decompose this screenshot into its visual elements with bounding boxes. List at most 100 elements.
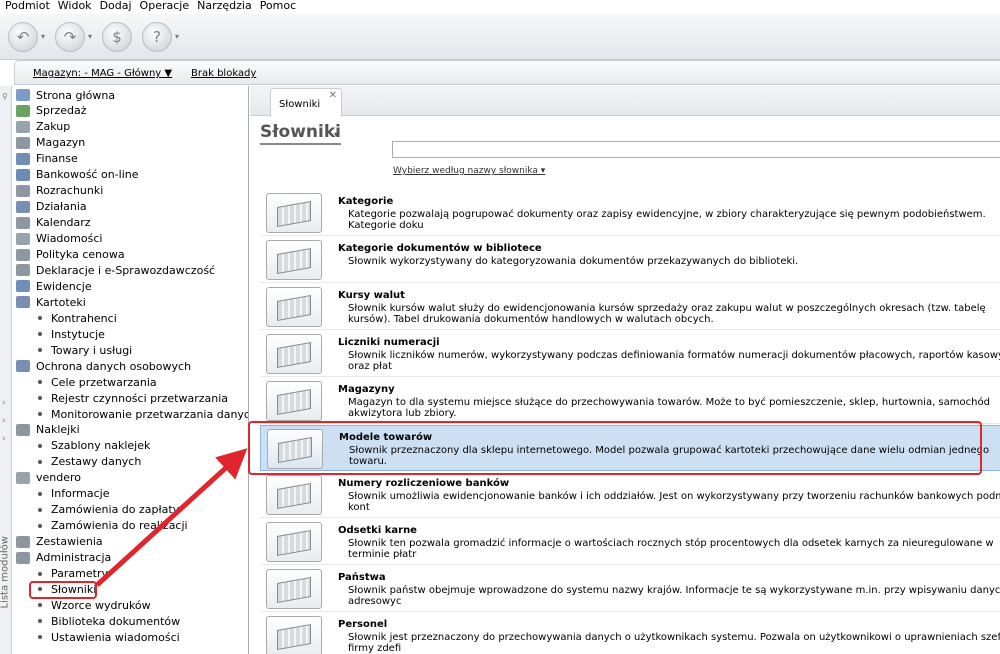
tree-subitem[interactable]: Zamówienia do realizacji <box>34 518 188 534</box>
pin-icon[interactable]: ⚲ <box>2 92 10 101</box>
tree-item[interactable]: Działania <box>12 199 87 215</box>
bullet-icon <box>38 380 42 385</box>
menu-widok[interactable]: Widok <box>55 0 97 14</box>
tree-subitem[interactable]: Szablony naklejek <box>34 438 150 454</box>
back-button[interactable]: ↶ ▾ <box>8 21 45 52</box>
blokada-link[interactable]: Brak blokady <box>191 68 256 79</box>
dictionary-icon <box>266 616 322 654</box>
dictionary-description: Magazyn to dla systemu miejsce służące d… <box>348 397 990 419</box>
dictionary-icon <box>266 240 322 280</box>
help-button[interactable]: ? ▾ <box>142 21 179 52</box>
close-icon[interactable]: ✕ <box>329 90 337 101</box>
tree-item-label: Parametry <box>51 567 108 580</box>
dictionary-title: Kategorie <box>338 196 394 207</box>
tree-item-label: Informacje <box>51 487 110 501</box>
tree-item[interactable]: Zestawienia <box>12 534 103 550</box>
dictionary-row[interactable]: Odsetki karne Słownik ten pozwala gromadz… <box>260 519 1000 565</box>
book-icon <box>277 295 311 321</box>
tree-item[interactable]: Deklaracje i e-Sprawozdawczość <box>12 262 215 278</box>
module-icon <box>16 168 30 181</box>
tree-item[interactable]: Administracja <box>12 550 111 566</box>
tree-item[interactable]: Sprzedaż <box>12 103 87 119</box>
tree-item[interactable]: Zakup <box>12 119 70 135</box>
menu-dodaj[interactable]: Dodaj <box>97 0 137 14</box>
dictionary-row[interactable]: Liczniki numeracji Słownik liczników nume… <box>260 331 1000 377</box>
module-icon <box>16 200 30 213</box>
tree-item[interactable]: vendero <box>12 470 81 486</box>
dictionary-row[interactable]: Numery rozliczeniowe banków Słownik umożl… <box>260 472 1000 518</box>
chevron-down-icon[interactable]: ▾ <box>334 130 338 139</box>
magazyn-selector[interactable]: Magazyn: - MAG - Główny ▼ <box>33 68 172 79</box>
tree-item-label: vendero <box>36 471 82 485</box>
forward-button[interactable]: ↷ ▾ <box>55 21 92 52</box>
tab-slowniki[interactable]: Słowniki ✕ <box>270 88 342 117</box>
dictionary-row[interactable]: Kategorie dokumentów w bibliotece Słownik… <box>260 237 1000 283</box>
tree-item-label: Zestawy danych <box>51 455 142 469</box>
dictionary-row[interactable]: Kategorie Kategorie pozwalają pogrupować … <box>260 190 1000 236</box>
tree-item[interactable]: Finanse <box>12 151 78 167</box>
tree-item-label: Naklejki <box>36 423 80 437</box>
tree-subitem[interactable]: Monitorowanie przetwarzania danych <box>34 406 248 422</box>
book-icon <box>277 577 311 603</box>
tree-item[interactable]: Magazyn <box>12 135 85 151</box>
tree-subitem[interactable]: Parametry <box>34 566 108 582</box>
module-icon <box>16 232 30 245</box>
menu-pomoc[interactable]: Pomoc <box>257 0 301 14</box>
tree-item-label: Administracja <box>36 551 112 565</box>
tree-item-label: Ustawienia wiadomości <box>51 630 180 644</box>
dictionary-title: Kursy walut <box>338 290 405 301</box>
highlight-box <box>29 581 97 599</box>
module-icon <box>16 264 30 277</box>
module-icon <box>16 423 30 436</box>
tree-subitem[interactable]: Zamówienia do zapłaty <box>34 502 179 518</box>
book-icon <box>277 389 311 415</box>
tree-subitem[interactable]: Ustawienia wiadomości <box>34 629 180 645</box>
dictionary-icon <box>266 287 322 327</box>
tree-subitem[interactable]: Wzorce wydruków <box>34 597 151 613</box>
tree-item-label: Kalendarz <box>36 216 91 230</box>
tree-subitem[interactable]: Rejestr czynności przetwarzania <box>34 390 228 406</box>
tree-subitem[interactable]: Biblioteka dokumentów <box>34 613 180 629</box>
filter-selector[interactable]: Wybierz według nazwy słownika ▾ <box>393 166 545 176</box>
dictionary-row[interactable]: Magazyny Magazyn to dla systemu miejsce s… <box>260 378 1000 424</box>
tree-subitem[interactable]: Kontrahenci <box>34 310 117 326</box>
dictionary-row[interactable]: Kursy walut Słownik kursów walut służy do… <box>260 284 1000 330</box>
bullet-icon <box>38 619 42 624</box>
dictionary-icon <box>266 569 322 609</box>
module-tree: Strona główna Sprzedaż Zakup Magazyn Finanse… <box>12 86 249 654</box>
tree-subitem[interactable]: Instytucje <box>34 326 105 342</box>
dictionary-title: Odsetki karne <box>338 525 417 536</box>
dictionary-row[interactable]: Personel Słownik jest przeznaczony do prz… <box>260 613 1000 654</box>
dictionary-row[interactable]: Państwa Słownik państw obejmuje wprowadzo… <box>260 566 1000 612</box>
tree-item[interactable]: Strona główna <box>12 87 115 103</box>
tree-item[interactable]: Ochrona danych osobowych <box>12 358 191 374</box>
help-icon: ? <box>142 21 173 52</box>
menu-operacje[interactable]: Operacje <box>137 0 195 14</box>
dictionary-icon <box>266 475 322 515</box>
tree-item-label: Rejestr czynności przetwarzania <box>51 391 229 405</box>
menu-narzedzia[interactable]: Narzędzia <box>194 0 257 14</box>
s-button[interactable]: $ <box>102 21 133 52</box>
dictionary-description: Słownik państw obejmuje wprowadzone do s… <box>348 585 1000 607</box>
page-title[interactable]: Słowniki <box>260 122 341 145</box>
search-input[interactable] <box>392 141 1000 158</box>
tree-item[interactable]: Ewidencje <box>12 278 92 294</box>
tree-item[interactable]: Wiadomości <box>12 231 102 247</box>
dictionary-description: Słownik liczników numerów, wykorzystywan… <box>348 350 1000 372</box>
tree-subitem[interactable]: Informacje <box>34 486 109 502</box>
tree-item[interactable]: Kartoteki <box>12 294 86 310</box>
tree-item-label: Szablony naklejek <box>51 439 151 453</box>
module-icon <box>16 120 30 133</box>
tree-item[interactable]: Kalendarz <box>12 215 91 231</box>
tree-subitem[interactable]: Zestawy danych <box>34 454 141 470</box>
tree-item[interactable]: Polityka cenowa <box>12 247 125 263</box>
tree-item[interactable]: Bankowość on-line <box>12 167 139 183</box>
tree-subitem[interactable]: Cele przetwarzania <box>34 374 157 390</box>
tree-item[interactable]: Naklejki <box>12 422 80 438</box>
module-icon <box>16 471 30 484</box>
menu-podmiot[interactable]: Podmiot <box>2 0 55 14</box>
tree-subitem[interactable]: Towary i usługi <box>34 342 132 358</box>
module-icon <box>16 551 30 564</box>
tree-item[interactable]: Rozrachunki <box>12 183 103 199</box>
module-list-tab[interactable]: ⚲ › › › Lista modułów <box>0 86 12 654</box>
